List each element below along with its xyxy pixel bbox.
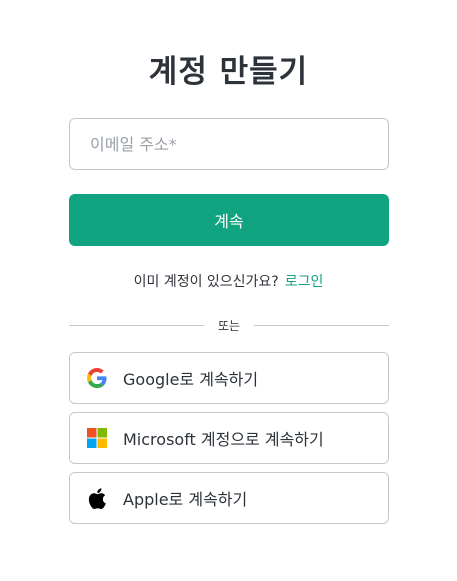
microsoft-signin-label: Microsoft 계정으로 계속하기: [123, 430, 324, 449]
google-signin-label: Google로 계속하기: [123, 370, 259, 389]
apple-signin-button[interactable]: Apple로 계속하기: [69, 472, 389, 524]
login-prompt-text: 이미 계정이 있으신가요?: [133, 274, 279, 290]
divider-text: 또는: [217, 318, 241, 333]
google-signin-button[interactable]: Google로 계속하기: [69, 352, 389, 404]
google-logo-icon: [86, 367, 108, 389]
signup-page: 계정 만들기 계속 이미 계정이 있으신가요? 로그인 또는 Google로 계속…: [0, 0, 457, 581]
login-link[interactable]: 로그인: [285, 274, 324, 290]
microsoft-signin-button[interactable]: Microsoft 계정으로 계속하기: [69, 412, 389, 464]
apple-logo-icon: [86, 487, 108, 509]
divider-line-right: [254, 324, 389, 326]
or-divider: 또는: [69, 316, 389, 334]
page-title: 계정 만들기: [148, 54, 309, 90]
apple-signin-label: Apple로 계속하기: [123, 490, 248, 509]
email-input[interactable]: [69, 118, 389, 170]
microsoft-logo-icon: [86, 427, 108, 449]
divider-line-left: [69, 324, 204, 326]
continue-button[interactable]: 계속: [69, 194, 389, 246]
login-prompt: 이미 계정이 있으신가요? 로그인: [0, 271, 457, 291]
